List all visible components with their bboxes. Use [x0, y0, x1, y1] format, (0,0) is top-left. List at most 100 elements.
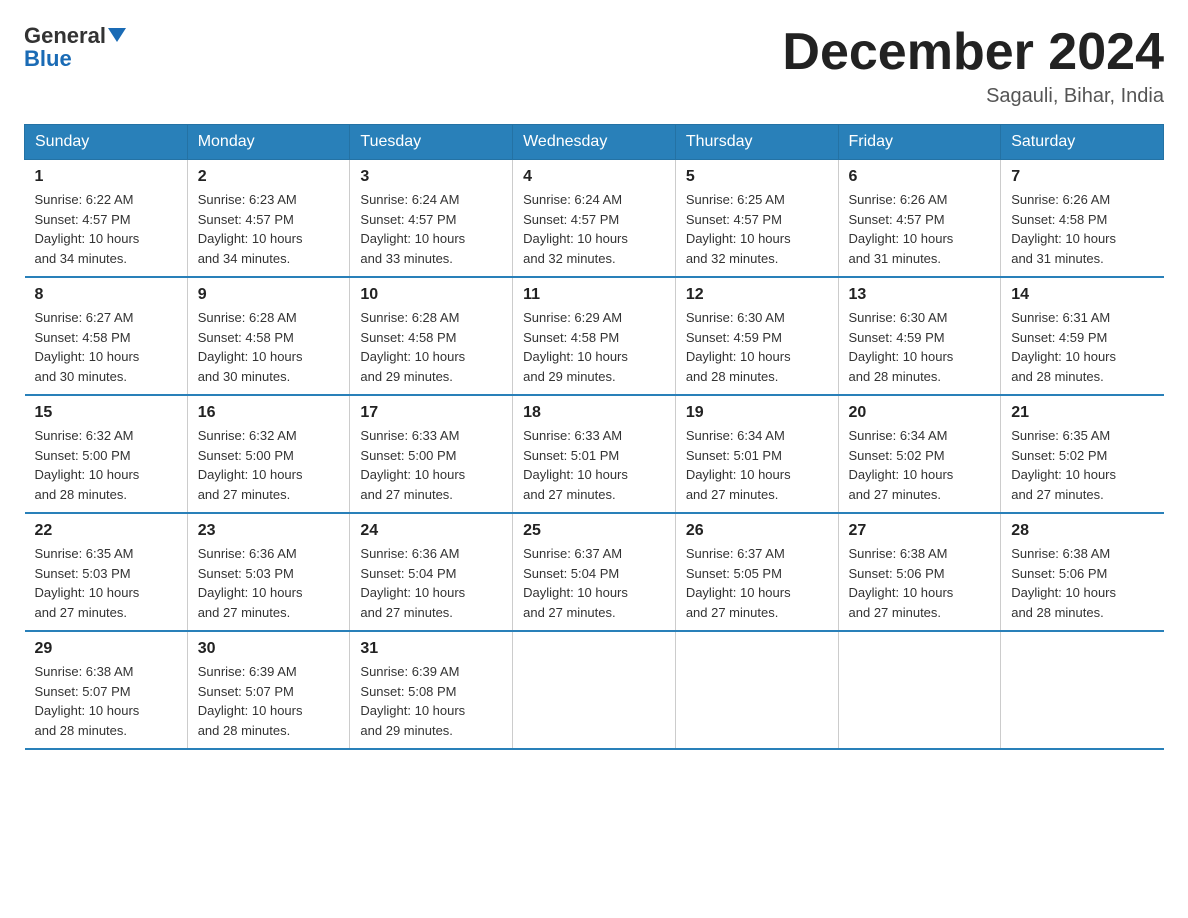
calendar-cell: 28 Sunrise: 6:38 AMSunset: 5:06 PMDayligh…	[1001, 513, 1164, 631]
col-tuesday: Tuesday	[350, 125, 513, 160]
col-wednesday: Wednesday	[513, 125, 676, 160]
day-number: 8	[35, 286, 177, 304]
calendar-cell: 19 Sunrise: 6:34 AMSunset: 5:01 PMDayligh…	[675, 395, 838, 513]
day-info: Sunrise: 6:25 AMSunset: 4:57 PMDaylight:…	[686, 190, 828, 268]
day-number: 2	[198, 168, 340, 186]
page-header: General Blue December 2024 Sagauli, Biha…	[24, 24, 1164, 108]
day-info: Sunrise: 6:38 AMSunset: 5:06 PMDaylight:…	[849, 544, 991, 622]
day-number: 25	[523, 522, 665, 540]
calendar-cell: 29 Sunrise: 6:38 AMSunset: 5:07 PMDayligh…	[25, 631, 188, 749]
week-row-3: 22Sunrise: 6:35 AMSunset: 5:03 PMDayligh…	[25, 513, 1164, 631]
calendar-cell	[513, 631, 676, 749]
day-info: Sunrise: 6:23 AMSunset: 4:57 PMDaylight:…	[198, 190, 340, 268]
calendar-cell: 18Sunrise: 6:33 AMSunset: 5:01 PMDayligh…	[513, 395, 676, 513]
day-info: Sunrise: 6:24 AMSunset: 4:57 PMDaylight:…	[523, 190, 665, 268]
day-info: Sunrise: 6:33 AMSunset: 5:01 PMDaylight:…	[523, 426, 665, 504]
col-monday: Monday	[187, 125, 350, 160]
day-number: 5	[686, 168, 828, 186]
calendar-cell: 11Sunrise: 6:29 AMSunset: 4:58 PMDayligh…	[513, 277, 676, 395]
day-number: 15	[35, 404, 177, 422]
calendar-header: Sunday Monday Tuesday Wednesday Thursday…	[25, 125, 1164, 160]
calendar-cell: 26Sunrise: 6:37 AMSunset: 5:05 PMDayligh…	[675, 513, 838, 631]
calendar-cell: 6Sunrise: 6:26 AMSunset: 4:57 PMDaylight…	[838, 160, 1001, 278]
day-info: Sunrise: 6:32 AMSunset: 5:00 PMDaylight:…	[35, 426, 177, 504]
calendar-cell: 15 Sunrise: 6:32 AMSunset: 5:00 PMDayligh…	[25, 395, 188, 513]
calendar-cell: 8 Sunrise: 6:27 AMSunset: 4:58 PMDaylight…	[25, 277, 188, 395]
day-info: Sunrise: 6:32 AMSunset: 5:00 PMDaylight:…	[198, 426, 340, 504]
week-row-4: 29 Sunrise: 6:38 AMSunset: 5:07 PMDayligh…	[25, 631, 1164, 749]
day-number: 16	[198, 404, 340, 422]
logo: General Blue	[24, 24, 126, 72]
day-info: Sunrise: 6:35 AMSunset: 5:02 PMDaylight:…	[1011, 426, 1153, 504]
day-number: 23	[198, 522, 340, 540]
day-info: Sunrise: 6:39 AMSunset: 5:08 PMDaylight:…	[360, 662, 502, 740]
day-info: Sunrise: 6:26 AMSunset: 4:57 PMDaylight:…	[849, 190, 991, 268]
day-info: Sunrise: 6:38 AMSunset: 5:07 PMDaylight:…	[35, 662, 177, 740]
day-info: Sunrise: 6:33 AMSunset: 5:00 PMDaylight:…	[360, 426, 502, 504]
calendar-cell: 16 Sunrise: 6:32 AMSunset: 5:00 PMDayligh…	[187, 395, 350, 513]
week-row-0: 1 Sunrise: 6:22 AMSunset: 4:57 PMDaylight…	[25, 160, 1164, 278]
day-info: Sunrise: 6:36 AMSunset: 5:04 PMDaylight:…	[360, 544, 502, 622]
calendar-cell: 10 Sunrise: 6:28 AMSunset: 4:58 PMDayligh…	[350, 277, 513, 395]
calendar-cell: 2 Sunrise: 6:23 AMSunset: 4:57 PMDaylight…	[187, 160, 350, 278]
calendar-cell: 7Sunrise: 6:26 AMSunset: 4:58 PMDaylight…	[1001, 160, 1164, 278]
day-info: Sunrise: 6:35 AMSunset: 5:03 PMDaylight:…	[35, 544, 177, 622]
calendar-cell: 24 Sunrise: 6:36 AMSunset: 5:04 PMDayligh…	[350, 513, 513, 631]
day-info: Sunrise: 6:38 AMSunset: 5:06 PMDaylight:…	[1011, 544, 1153, 622]
day-number: 31	[360, 640, 502, 658]
logo-triangle-icon	[108, 28, 126, 42]
day-info: Sunrise: 6:28 AMSunset: 4:58 PMDaylight:…	[360, 308, 502, 386]
day-number: 27	[849, 522, 991, 540]
calendar-cell: 13 Sunrise: 6:30 AMSunset: 4:59 PMDayligh…	[838, 277, 1001, 395]
calendar-cell: 9 Sunrise: 6:28 AMSunset: 4:58 PMDaylight…	[187, 277, 350, 395]
day-number: 3	[360, 168, 502, 186]
day-number: 30	[198, 640, 340, 658]
title-section: December 2024 Sagauli, Bihar, India	[782, 24, 1164, 108]
calendar-cell	[1001, 631, 1164, 749]
day-info: Sunrise: 6:22 AMSunset: 4:57 PMDaylight:…	[35, 190, 177, 268]
calendar-cell: 30 Sunrise: 6:39 AMSunset: 5:07 PMDayligh…	[187, 631, 350, 749]
day-number: 20	[849, 404, 991, 422]
day-number: 9	[198, 286, 340, 304]
day-info: Sunrise: 6:37 AMSunset: 5:04 PMDaylight:…	[523, 544, 665, 622]
calendar-cell: 3 Sunrise: 6:24 AMSunset: 4:57 PMDaylight…	[350, 160, 513, 278]
calendar-cell: 22Sunrise: 6:35 AMSunset: 5:03 PMDayligh…	[25, 513, 188, 631]
calendar-body: 1 Sunrise: 6:22 AMSunset: 4:57 PMDaylight…	[25, 160, 1164, 750]
calendar-cell: 5 Sunrise: 6:25 AMSunset: 4:57 PMDaylight…	[675, 160, 838, 278]
day-number: 29	[35, 640, 177, 658]
day-number: 1	[35, 168, 177, 186]
day-number: 26	[686, 522, 828, 540]
day-info: Sunrise: 6:27 AMSunset: 4:58 PMDaylight:…	[35, 308, 177, 386]
day-number: 19	[686, 404, 828, 422]
calendar-cell: 25 Sunrise: 6:37 AMSunset: 5:04 PMDayligh…	[513, 513, 676, 631]
calendar-cell: 17 Sunrise: 6:33 AMSunset: 5:00 PMDayligh…	[350, 395, 513, 513]
month-title: December 2024	[782, 24, 1164, 81]
calendar-cell: 27 Sunrise: 6:38 AMSunset: 5:06 PMDayligh…	[838, 513, 1001, 631]
col-saturday: Saturday	[1001, 125, 1164, 160]
calendar-table: Sunday Monday Tuesday Wednesday Thursday…	[24, 124, 1164, 750]
location: Sagauli, Bihar, India	[782, 85, 1164, 108]
day-number: 14	[1011, 286, 1153, 304]
calendar-cell: 4Sunrise: 6:24 AMSunset: 4:57 PMDaylight…	[513, 160, 676, 278]
day-info: Sunrise: 6:34 AMSunset: 5:01 PMDaylight:…	[686, 426, 828, 504]
day-info: Sunrise: 6:39 AMSunset: 5:07 PMDaylight:…	[198, 662, 340, 740]
day-info: Sunrise: 6:34 AMSunset: 5:02 PMDaylight:…	[849, 426, 991, 504]
day-number: 10	[360, 286, 502, 304]
day-info: Sunrise: 6:29 AMSunset: 4:58 PMDaylight:…	[523, 308, 665, 386]
col-friday: Friday	[838, 125, 1001, 160]
day-info: Sunrise: 6:24 AMSunset: 4:57 PMDaylight:…	[360, 190, 502, 268]
calendar-cell	[838, 631, 1001, 749]
week-row-1: 8 Sunrise: 6:27 AMSunset: 4:58 PMDaylight…	[25, 277, 1164, 395]
week-row-2: 15 Sunrise: 6:32 AMSunset: 5:00 PMDayligh…	[25, 395, 1164, 513]
calendar-cell: 12Sunrise: 6:30 AMSunset: 4:59 PMDayligh…	[675, 277, 838, 395]
day-number: 24	[360, 522, 502, 540]
day-info: Sunrise: 6:36 AMSunset: 5:03 PMDaylight:…	[198, 544, 340, 622]
day-info: Sunrise: 6:30 AMSunset: 4:59 PMDaylight:…	[849, 308, 991, 386]
calendar-cell: 1 Sunrise: 6:22 AMSunset: 4:57 PMDaylight…	[25, 160, 188, 278]
col-sunday: Sunday	[25, 125, 188, 160]
day-number: 28	[1011, 522, 1153, 540]
calendar-cell: 31 Sunrise: 6:39 AMSunset: 5:08 PMDayligh…	[350, 631, 513, 749]
day-number: 13	[849, 286, 991, 304]
day-info: Sunrise: 6:28 AMSunset: 4:58 PMDaylight:…	[198, 308, 340, 386]
day-number: 17	[360, 404, 502, 422]
